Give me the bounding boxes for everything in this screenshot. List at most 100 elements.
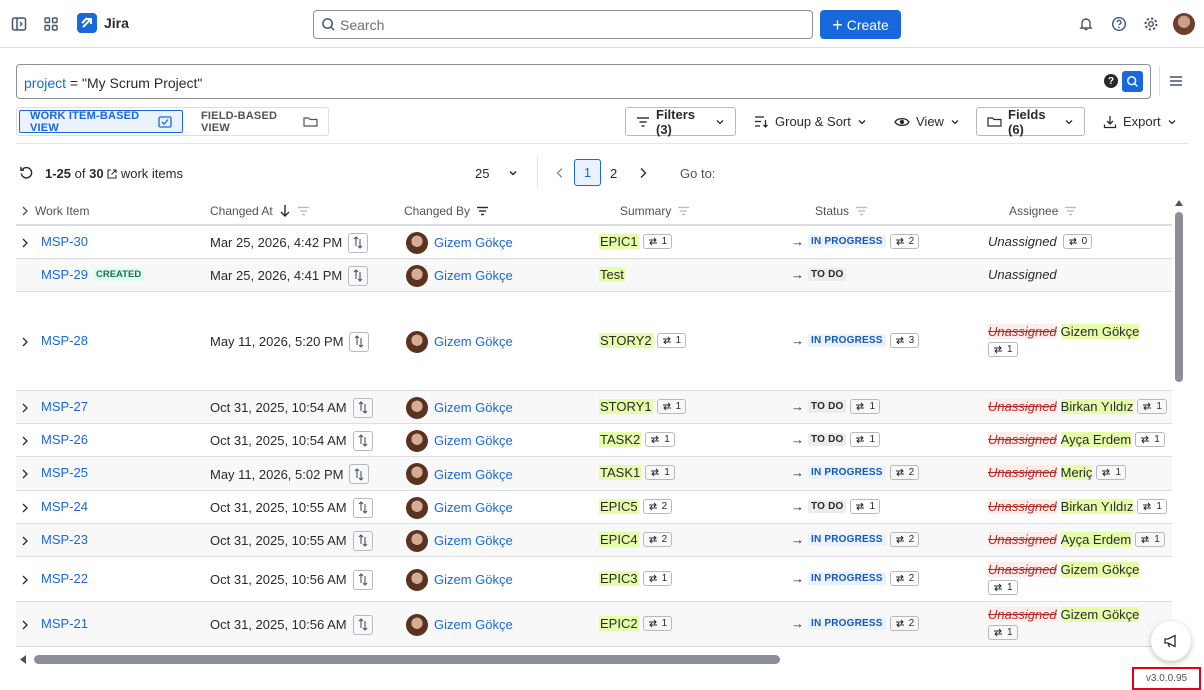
- changed-by-link[interactable]: Gizem Gökçe: [434, 235, 513, 250]
- change-count[interactable]: 1: [850, 398, 881, 414]
- search-input[interactable]: Search: [313, 10, 813, 39]
- column-changed-at[interactable]: Changed At: [210, 204, 310, 218]
- page-2-button[interactable]: 2: [610, 166, 617, 181]
- arrow-down-icon[interactable]: [279, 204, 291, 218]
- external-link-icon[interactable]: [107, 169, 117, 179]
- change-count[interactable]: 2: [642, 498, 673, 514]
- column-summary[interactable]: Summary: [620, 204, 690, 218]
- column-changed-by[interactable]: Changed By: [404, 204, 489, 218]
- chevron-right-icon[interactable]: [21, 206, 29, 216]
- table-row[interactable]: MSP-25 May 11, 2026, 5:02 PM Gizem Gökçe TA…: [16, 457, 1172, 491]
- work-item-key-link[interactable]: MSP-29: [41, 267, 88, 282]
- app-name[interactable]: Jira: [104, 15, 129, 31]
- help-icon[interactable]: [1109, 14, 1129, 34]
- jira-logo-icon[interactable]: [77, 13, 97, 33]
- changed-by-link[interactable]: Gizem Gökçe: [434, 533, 513, 548]
- changed-by-link[interactable]: Gizem Gökçe: [434, 617, 513, 632]
- filter-icon[interactable]: [297, 206, 310, 216]
- go-to-label[interactable]: Go to:: [680, 166, 715, 181]
- work-item-key-link[interactable]: MSP-24: [41, 499, 88, 514]
- work-item-key-link[interactable]: MSP-26: [41, 432, 88, 447]
- change-count[interactable]: 1: [988, 341, 1018, 357]
- column-status[interactable]: Status: [815, 204, 868, 218]
- changed-by-link[interactable]: Gizem Gökçe: [434, 268, 513, 283]
- change-count[interactable]: 1: [1096, 465, 1126, 480]
- change-count[interactable]: 2: [889, 570, 920, 586]
- jql-help-icon[interactable]: ?: [1104, 74, 1118, 88]
- jql-query-input[interactable]: project = "My Scrum Project": [16, 64, 1151, 99]
- change-count[interactable]: 1: [642, 233, 673, 249]
- filter-icon[interactable]: [476, 206, 489, 216]
- column-work-item[interactable]: Work Item: [21, 204, 89, 218]
- change-count[interactable]: 1: [1135, 531, 1165, 547]
- create-button[interactable]: + Create: [820, 10, 901, 39]
- expand-chevron-icon[interactable]: [21, 503, 31, 513]
- change-count[interactable]: 2: [889, 615, 920, 631]
- chevron-down-icon[interactable]: [508, 168, 518, 178]
- history-toggle-icon[interactable]: [352, 397, 373, 418]
- filter-icon[interactable]: [1064, 206, 1077, 216]
- expand-chevron-icon[interactable]: [21, 436, 31, 446]
- work-item-key-link[interactable]: MSP-23: [41, 532, 88, 547]
- changed-by-link[interactable]: Gizem Gökçe: [434, 400, 513, 415]
- change-count[interactable]: 1: [988, 579, 1018, 595]
- expand-chevron-icon[interactable]: [21, 337, 31, 347]
- changed-by-link[interactable]: Gizem Gökçe: [434, 572, 513, 587]
- horizontal-scrollbar[interactable]: [34, 655, 780, 664]
- history-toggle-icon[interactable]: [352, 569, 373, 590]
- changed-by-link[interactable]: Gizem Gökçe: [434, 334, 513, 349]
- expand-chevron-icon[interactable]: [21, 575, 31, 585]
- filter-icon[interactable]: [855, 206, 868, 216]
- change-count[interactable]: 2: [889, 531, 920, 547]
- changed-by-link[interactable]: Gizem Gökçe: [434, 500, 513, 515]
- change-count[interactable]: 1: [642, 570, 673, 586]
- chevron-right-icon[interactable]: [638, 167, 648, 179]
- work-item-key-link[interactable]: MSP-27: [41, 399, 88, 414]
- vertical-scrollbar[interactable]: [1175, 212, 1183, 382]
- history-toggle-icon[interactable]: [352, 530, 373, 551]
- work-item-key-link[interactable]: MSP-28: [41, 333, 88, 348]
- table-row[interactable]: MSP-21 Oct 31, 2025, 10:56 AM Gizem Gökçe E…: [16, 602, 1172, 647]
- app-switcher-icon[interactable]: [41, 14, 61, 34]
- field-based-view-button[interactable]: FIELD-BASED VIEW: [191, 110, 328, 134]
- jql-search-button[interactable]: [1122, 71, 1143, 92]
- work-item-key-link[interactable]: MSP-22: [41, 571, 88, 586]
- history-toggle-icon[interactable]: [348, 265, 369, 286]
- table-row[interactable]: MSP-29 CREATED Mar 25, 2026, 4:41 PM Gizem …: [16, 259, 1172, 292]
- change-count[interactable]: 1: [656, 332, 687, 348]
- refresh-icon[interactable]: [19, 165, 34, 180]
- table-row[interactable]: MSP-23 Oct 31, 2025, 10:55 AM Gizem Gökçe E…: [16, 524, 1172, 557]
- fields-button[interactable]: Fields (6): [976, 107, 1085, 137]
- sidebar-toggle-icon[interactable]: [9, 14, 29, 34]
- table-row[interactable]: MSP-22 Oct 31, 2025, 10:56 AM Gizem Gökçe E…: [16, 557, 1172, 602]
- work-item-based-view-button[interactable]: WORK ITEM-BASED VIEW: [19, 110, 183, 134]
- change-count[interactable]: 3: [889, 332, 920, 348]
- change-count[interactable]: 1: [850, 498, 881, 514]
- history-toggle-icon[interactable]: [349, 464, 370, 484]
- change-count[interactable]: 1: [645, 465, 675, 480]
- history-toggle-icon[interactable]: [352, 430, 373, 451]
- change-count[interactable]: 2: [889, 465, 920, 480]
- change-count[interactable]: 1: [642, 615, 673, 631]
- changed-by-link[interactable]: Gizem Gökçe: [434, 467, 513, 482]
- table-row[interactable]: MSP-28 May 11, 2026, 5:20 PM Gizem Gökçe ST…: [16, 292, 1172, 391]
- work-item-key-link[interactable]: MSP-25: [41, 465, 88, 480]
- change-count[interactable]: 1: [1137, 498, 1167, 514]
- change-count[interactable]: 2: [889, 233, 920, 249]
- scroll-left-icon[interactable]: [19, 655, 26, 664]
- column-assignee[interactable]: Assignee: [1009, 204, 1077, 218]
- history-toggle-icon[interactable]: [348, 232, 369, 253]
- changed-by-link[interactable]: Gizem Gökçe: [434, 433, 513, 448]
- change-count[interactable]: 1: [988, 624, 1018, 640]
- view-button[interactable]: View: [884, 107, 970, 136]
- change-count[interactable]: 1: [1137, 398, 1167, 414]
- settings-gear-icon[interactable]: [1141, 14, 1161, 34]
- expand-chevron-icon[interactable]: [21, 536, 31, 546]
- change-count[interactable]: 1: [656, 398, 687, 414]
- user-avatar[interactable]: [1173, 13, 1195, 35]
- history-toggle-icon[interactable]: [352, 614, 373, 635]
- change-count[interactable]: 1: [850, 431, 881, 447]
- table-row[interactable]: MSP-30 Mar 25, 2026, 4:42 PM Gizem Gökçe EP…: [16, 226, 1172, 259]
- notifications-icon[interactable]: [1076, 14, 1096, 34]
- change-count[interactable]: 1: [645, 431, 675, 447]
